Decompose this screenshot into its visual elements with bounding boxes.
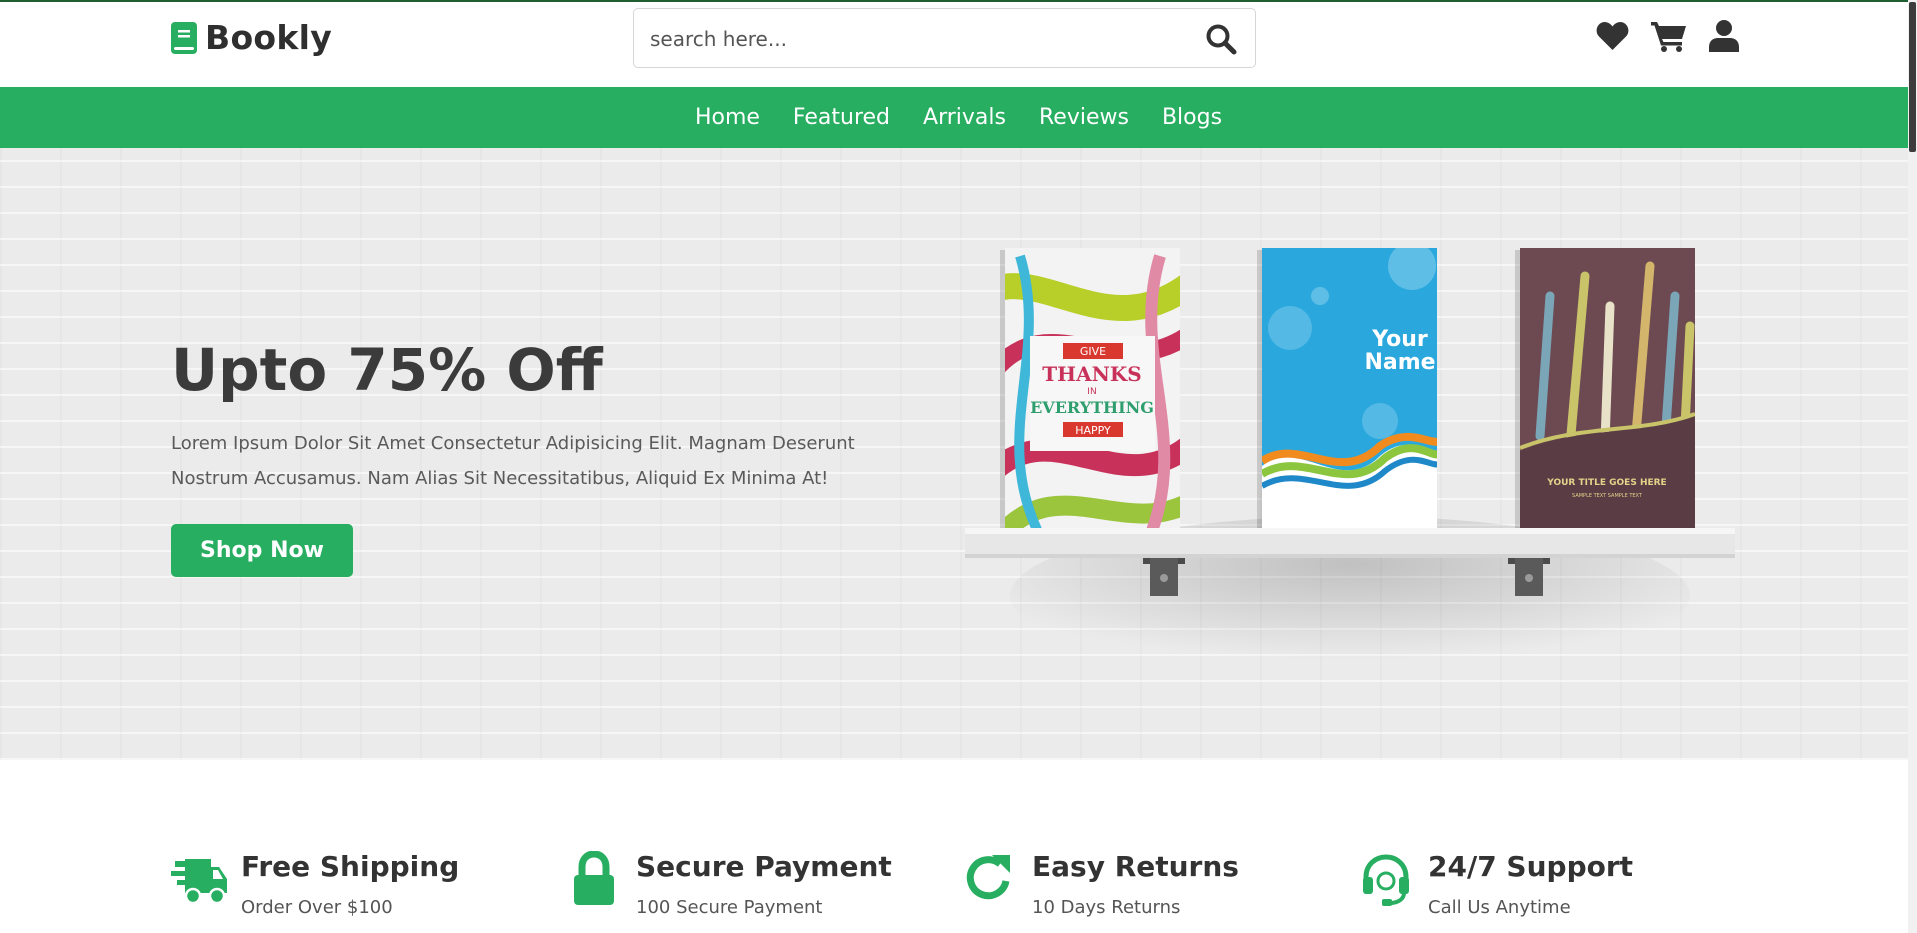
nav-featured[interactable]: Featured — [793, 105, 890, 130]
book1-line1: GIVE — [1080, 345, 1106, 358]
feature-easy-returns: Easy Returns 10 Days Returns — [962, 851, 1239, 918]
nav-arrivals[interactable]: Arrivals — [923, 105, 1006, 130]
shop-now-button[interactable]: Shop Now — [171, 524, 353, 577]
book1-line4: EVERYTHING — [1030, 398, 1154, 417]
book3-line2: SAMPLE TEXT SAMPLE TEXT — [1572, 493, 1643, 499]
lock-icon — [574, 851, 614, 905]
cart-icon[interactable] — [1651, 20, 1687, 52]
redo-icon — [966, 855, 1010, 900]
book2-line1: Your — [1371, 327, 1428, 352]
scrollbar[interactable] — [1908, 0, 1917, 933]
feature-secure-payment: Secure Payment 100 Secure Payment — [566, 851, 892, 918]
feature-title: Free Shipping — [241, 850, 460, 883]
feature-title: 24/7 Support — [1428, 850, 1634, 883]
bookshelf-image: GIVE THANKS IN EVERYTHING HAPPY Your Nam… — [965, 248, 1735, 676]
logo[interactable]: Bookly — [171, 18, 332, 57]
feature-support: 24/7 Support Call Us Anytime — [1358, 851, 1633, 918]
truck-icon — [171, 859, 227, 905]
book1-line5: HAPPY — [1075, 424, 1111, 437]
book-cover-thanks: GIVE THANKS IN EVERYTHING HAPPY — [1000, 248, 1180, 532]
book2-line2: Name — [1364, 350, 1435, 375]
book-cover-hands: YOUR TITLE GOES HERE SAMPLE TEXT SAMPLE … — [1515, 248, 1695, 532]
header: Bookly — [0, 2, 1908, 86]
search-input[interactable] — [648, 19, 1172, 59]
feature-free-shipping: Free Shipping Order Over $100 — [171, 851, 459, 918]
brand-name: Bookly — [205, 18, 333, 57]
book-cover-your-name: Your Name — [1257, 248, 1437, 532]
header-icons — [1596, 20, 1739, 52]
feature-subtitle: 10 Days Returns — [1032, 897, 1181, 918]
hero-description: Lorem Ipsum Dolor Sit Amet Consectetur A… — [171, 433, 855, 489]
navbar: Home Featured Arrivals Reviews Blogs — [0, 87, 1908, 148]
search-box — [633, 8, 1256, 68]
nav-reviews[interactable]: Reviews — [1039, 105, 1129, 130]
feature-title: Secure Payment — [636, 850, 892, 883]
book1-line3: IN — [1087, 387, 1096, 397]
scrollbar-thumb[interactable] — [1909, 2, 1916, 152]
heart-icon[interactable] — [1596, 21, 1629, 51]
feature-subtitle: Call Us Anytime — [1428, 897, 1571, 918]
feature-title: Easy Returns — [1032, 850, 1239, 883]
hero-title: Upto 75% Off — [171, 336, 603, 404]
hero-section: Upto 75% Off Lorem Ipsum Dolor Sit Amet … — [0, 148, 1908, 760]
headset-icon — [1363, 854, 1409, 906]
feature-subtitle: Order Over $100 — [241, 897, 393, 918]
nav-blogs[interactable]: Blogs — [1162, 105, 1222, 130]
book1-line2: THANKS — [1042, 362, 1141, 386]
feature-subtitle: 100 Secure Payment — [636, 897, 823, 918]
search-icon[interactable] — [1205, 23, 1237, 55]
user-icon[interactable] — [1709, 20, 1739, 52]
nav-home[interactable]: Home — [695, 105, 760, 130]
book3-line1: YOUR TITLE GOES HERE — [1546, 478, 1666, 488]
features-section: Free Shipping Order Over $100 Secure Pay… — [0, 760, 1908, 933]
book-icon — [171, 21, 197, 54]
